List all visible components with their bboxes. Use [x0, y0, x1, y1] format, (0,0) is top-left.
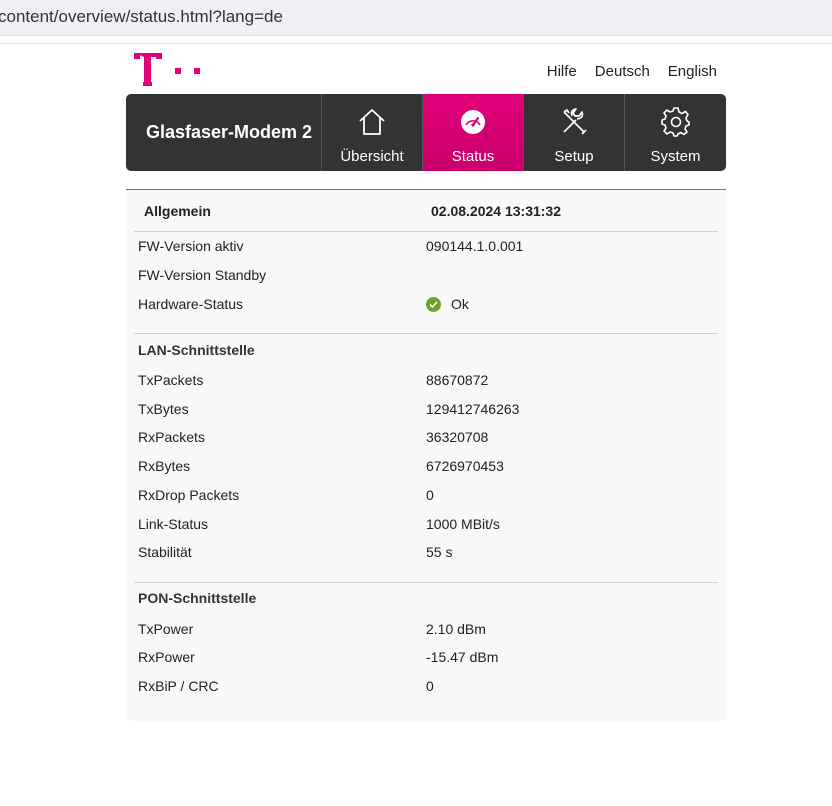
tab-status[interactable]: Status [423, 94, 524, 171]
url-text[interactable]: content/overview/status.html?lang=de [0, 7, 283, 27]
list-item: RxBiP / CRC 0 [126, 678, 726, 698]
row-value: 0 [426, 487, 434, 503]
tab-label: Setup [554, 148, 594, 165]
list-item: TxPower 2.10 dBm [126, 621, 726, 641]
list-item: TxBytes 129412746263 [126, 401, 726, 421]
lan-title: LAN-Schnittstelle [138, 342, 255, 358]
main-navbar: Glasfaser-Modem 2 Übersicht Status Setup… [126, 94, 726, 171]
row-label: FW-Version Standby [138, 267, 267, 283]
hardware-status-text: Ok [451, 296, 469, 312]
row-label: TxPower [138, 621, 194, 637]
gauge-icon [461, 110, 485, 134]
telekom-logo[interactable] [134, 53, 206, 87]
divider [134, 582, 718, 583]
row-label: RxPackets [138, 429, 205, 445]
row-label: RxBiP / CRC [138, 678, 219, 694]
row-label: RxDrop Packets [138, 487, 240, 503]
list-item: Stabilität 55 s [126, 544, 726, 564]
top-links: Hilfe Deutsch English [547, 63, 717, 80]
check-icon [426, 296, 441, 312]
row-label: RxPower [138, 649, 195, 665]
row-value: 88670872 [426, 372, 489, 388]
divider [134, 333, 718, 334]
list-item: FW-Version aktiv 090144.1.0.001 [126, 238, 726, 258]
row-value: 55 s [426, 544, 453, 560]
row-value: 129412746263 [426, 401, 520, 417]
divider [134, 231, 718, 232]
list-item: Link-Status 1000 MBit/s [126, 516, 726, 536]
row-value: 2.10 dBm [426, 621, 486, 637]
hardware-status: Ok [426, 296, 469, 312]
link-english[interactable]: English [668, 63, 717, 80]
tab-uebersicht[interactable]: Übersicht [322, 94, 423, 171]
tab-system[interactable]: System [625, 94, 726, 171]
current-datetime: 02.08.2024 13:31:32 [431, 203, 561, 219]
browser-content-top [0, 36, 832, 44]
browser-address-bar[interactable]: content/overview/status.html?lang=de [0, 0, 832, 36]
list-item: RxDrop Packets 0 [126, 487, 726, 507]
list-item: RxBytes 6726970453 [126, 458, 726, 478]
row-label: Hardware-Status [138, 296, 244, 312]
gear-icon [660, 107, 690, 137]
row-value: 0 [426, 678, 434, 694]
status-panel: Allgemein 02.08.2024 13:31:32 FW-Version… [126, 189, 726, 721]
pon-title: PON-Schnittstelle [138, 590, 257, 606]
general-header: Allgemein 02.08.2024 13:31:32 [126, 190, 726, 231]
link-help[interactable]: Hilfe [547, 63, 577, 80]
tools-icon [563, 108, 587, 135]
row-label: Link-Status [138, 516, 209, 532]
list-item: RxPower -15.47 dBm [126, 649, 726, 669]
tab-label: System [650, 148, 701, 165]
row-label: FW-Version aktiv [138, 238, 244, 254]
row-value: 1000 MBit/s [426, 516, 500, 532]
general-title: Allgemein [144, 203, 211, 219]
row-value: 36320708 [426, 429, 489, 445]
link-deutsch[interactable]: Deutsch [595, 63, 650, 80]
row-value: 6726970453 [426, 458, 504, 474]
row-label: Stabilität [138, 544, 192, 560]
tab-label: Übersicht [340, 148, 404, 165]
list-item: TxPackets 88670872 [126, 372, 726, 392]
row-value: 090144.1.0.001 [426, 238, 524, 254]
tab-setup[interactable]: Setup [524, 94, 625, 171]
tab-label: Status [451, 148, 495, 165]
list-item: RxPackets 36320708 [126, 429, 726, 449]
home-icon [359, 109, 385, 135]
row-label: TxBytes [138, 401, 189, 417]
row-label: RxBytes [138, 458, 191, 474]
device-name: Glasfaser-Modem 2 [126, 94, 322, 171]
row-label: TxPackets [138, 372, 204, 388]
list-item: FW-Version Standby [126, 267, 726, 287]
row-value: -15.47 dBm [426, 649, 499, 665]
list-item: Hardware-Status Ok [126, 296, 726, 316]
